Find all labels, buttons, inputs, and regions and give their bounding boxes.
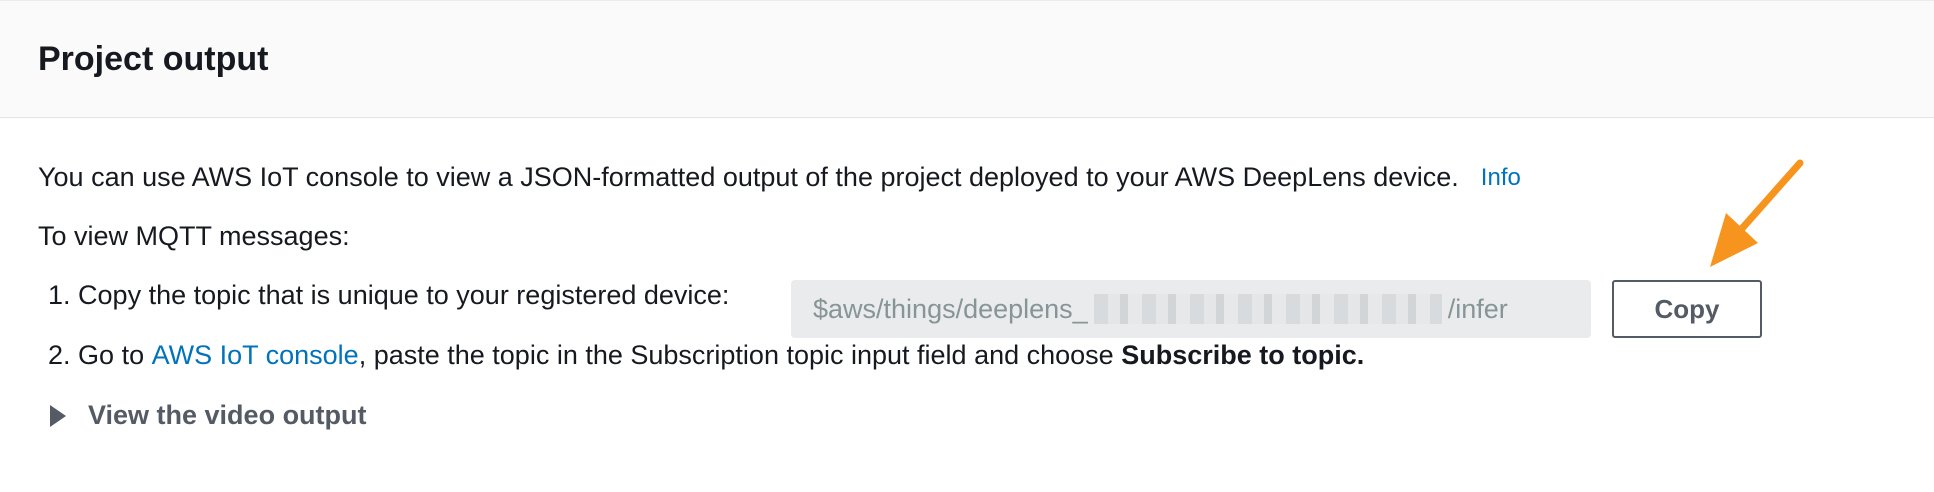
project-output-panel: Project output You can use AWS IoT conso… bbox=[0, 0, 1934, 492]
video-output-expander[interactable]: View the video output bbox=[50, 400, 367, 431]
step-1-text: Copy the topic that is unique to your re… bbox=[78, 280, 730, 310]
topic-prefix: $aws/things/deeplens_ bbox=[813, 293, 1088, 324]
caret-right-icon bbox=[50, 404, 66, 427]
step-1-number: 1. bbox=[48, 280, 71, 310]
step-2-middle: , paste the topic in the Subscription to… bbox=[358, 340, 1114, 370]
video-output-label: View the video output bbox=[88, 400, 367, 430]
orange-arrow-annotation-icon bbox=[1710, 159, 1804, 267]
aws-iot-console-link[interactable]: AWS IoT console bbox=[152, 340, 359, 370]
step-2-prefix: Go to bbox=[78, 340, 145, 370]
subscribe-to-topic-text: Subscribe to topic. bbox=[1121, 340, 1365, 370]
step-2: 2. Go to AWS IoT console, paste the topi… bbox=[48, 340, 1364, 371]
step-2-number: 2. bbox=[48, 340, 71, 370]
intro-text: You can use AWS IoT console to view a JS… bbox=[38, 162, 1459, 192]
intro-paragraph: You can use AWS IoT console to view a JS… bbox=[38, 162, 1521, 193]
redacted-device-id bbox=[1093, 294, 1442, 324]
panel-title: Project output bbox=[38, 39, 269, 78]
copy-button[interactable]: Copy bbox=[1612, 280, 1762, 338]
topic-suffix: /infer bbox=[1447, 293, 1508, 324]
panel-header: Project output bbox=[0, 0, 1934, 118]
info-link[interactable]: Info bbox=[1481, 164, 1521, 192]
mqtt-heading: To view MQTT messages: bbox=[38, 221, 350, 251]
step-1: 1. Copy the topic that is unique to your… bbox=[48, 280, 729, 311]
topic-field[interactable]: $aws/things/deeplens_ /infer bbox=[791, 280, 1591, 338]
